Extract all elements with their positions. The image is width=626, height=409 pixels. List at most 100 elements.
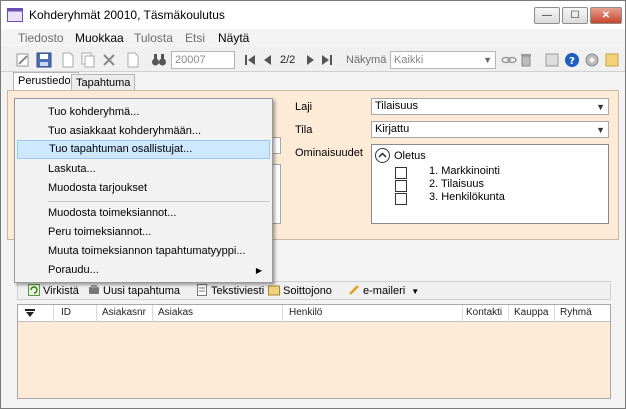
menu-item-tuo-asiakkaat[interactable]: Tuo asiakkaat kohderyhmään... xyxy=(17,122,270,141)
menu-item-tuo-osallistujat[interactable]: Tuo tapahtuman osallistujat... xyxy=(17,140,270,159)
menu-separator xyxy=(48,201,270,202)
laji-select[interactable]: Tilaisuus ▼ xyxy=(371,98,609,115)
collapse-up-icon[interactable] xyxy=(375,148,390,163)
page-icon[interactable] xyxy=(125,52,141,68)
view-label: Näkymä xyxy=(346,54,387,66)
tila-label: Tila xyxy=(295,124,313,136)
menu-bar: Tiedosto Muokkaa Tulosta Etsi Näytä xyxy=(1,29,625,47)
svg-text:?: ? xyxy=(569,56,575,67)
first-record-icon[interactable] xyxy=(242,52,258,68)
properties-header: Oletus xyxy=(394,150,426,162)
column-kontakti[interactable]: Kontakti xyxy=(466,307,502,318)
checkbox-label: 3. Henkilökunta xyxy=(429,191,505,203)
menu-etsi[interactable]: Etsi xyxy=(185,31,205,45)
close-button[interactable]: ✕ xyxy=(590,7,622,24)
call-queue-label: Soittojono xyxy=(283,285,332,297)
view-select-value: Kaikki xyxy=(394,54,424,66)
tila-select[interactable]: Kirjattu ▼ xyxy=(371,121,609,138)
checkbox-tilaisuus[interactable] xyxy=(395,180,407,192)
settings-icon[interactable] xyxy=(584,52,600,68)
new-event-button[interactable]: Uusi tapahtuma xyxy=(88,284,180,297)
edit-dropdown-menu: Tuo kohderyhmä... Tuo asiakkaat kohderyh… xyxy=(14,98,273,283)
help-icon[interactable]: ? xyxy=(564,52,580,68)
document-icon xyxy=(197,284,207,296)
checkbox-label: 2. Tilaisuus xyxy=(429,178,485,190)
tila-value: Kirjattu xyxy=(375,123,410,135)
minimize-button[interactable]: — xyxy=(534,7,560,24)
submenu-arrow-icon: ▶ xyxy=(255,266,262,275)
column-separator xyxy=(462,305,463,322)
title-bar: Kohderyhmät 20010, Täsmäkoulutus — ☐ ✕ xyxy=(1,1,625,29)
column-asiakasnr[interactable]: Asiakasnr xyxy=(102,307,146,318)
column-henkilo[interactable]: Henkilö xyxy=(289,307,322,318)
chevron-down-icon: ▼ xyxy=(596,102,605,112)
column-asiakas[interactable]: Asiakas xyxy=(158,307,193,318)
save-icon[interactable] xyxy=(36,52,52,68)
next-record-icon[interactable] xyxy=(302,52,318,68)
column-separator xyxy=(53,305,54,322)
tab-strip: Perustiedot Tapahtuma xyxy=(1,72,625,91)
last-record-icon[interactable] xyxy=(319,52,335,68)
refresh-button[interactable]: Virkistä xyxy=(28,284,79,297)
column-separator xyxy=(96,305,97,322)
menu-item-muodosta-tarjoukset[interactable]: Muodosta tarjoukset xyxy=(17,179,270,198)
menu-item-muodosta-toimeksiannot[interactable]: Muodosta toimeksiannot... xyxy=(17,204,270,223)
tab-tapahtuma[interactable]: Tapahtuma xyxy=(71,74,136,91)
checkbox-label: 1. Markkinointi xyxy=(429,165,500,177)
menu-item-poraudu[interactable]: Poraudu... ▶ xyxy=(17,261,270,280)
checkbox-henkilokunta[interactable] xyxy=(395,193,407,205)
laji-value: Tilaisuus xyxy=(375,100,418,112)
refresh-label: Virkistä xyxy=(43,285,79,297)
ominaisuudet-label: Ominaisuudet xyxy=(295,147,363,159)
dropdown-arrow-icon: ▼ xyxy=(411,287,420,296)
email-button[interactable]: e-maileri ▼ xyxy=(348,284,419,297)
menu-item-laskuta[interactable]: Laskuta... xyxy=(17,160,270,179)
previous-record-icon[interactable] xyxy=(260,52,276,68)
binoculars-icon[interactable] xyxy=(151,52,167,68)
grid-view-icon[interactable] xyxy=(544,52,560,68)
sms-button[interactable]: Tekstiviesti xyxy=(196,284,264,297)
checkbox-markkinointi[interactable] xyxy=(395,167,407,179)
new-document-icon[interactable] xyxy=(60,52,76,68)
column-separator xyxy=(282,305,283,322)
pencil-icon xyxy=(349,285,359,295)
events-grid: ID Asiakasnr Asiakas Henkilö Kontakti Ka… xyxy=(17,304,611,399)
trash-icon[interactable] xyxy=(518,52,534,68)
menu-item-peru-toimeksiannot[interactable]: Peru toimeksiannot... xyxy=(17,223,270,242)
call-queue-button[interactable]: Soittojono xyxy=(268,284,332,297)
sms-label: Tekstiviesti xyxy=(211,285,265,297)
filter-icon[interactable] xyxy=(25,309,35,318)
menu-muokkaa[interactable]: Muokkaa xyxy=(75,31,124,45)
application-window: Kohderyhmät 20010, Täsmäkoulutus — ☐ ✕ T… xyxy=(0,0,626,409)
laji-label: Laji xyxy=(295,101,313,113)
chevron-down-icon: ▼ xyxy=(483,55,492,65)
link-icon[interactable] xyxy=(501,52,517,68)
column-ryhma[interactable]: Ryhmä xyxy=(560,307,592,318)
column-separator xyxy=(152,305,153,322)
tab-perustiedot[interactable]: Perustiedot xyxy=(13,72,79,91)
menu-tiedosto[interactable]: Tiedosto xyxy=(18,31,64,45)
column-id[interactable]: ID xyxy=(61,307,71,318)
main-toolbar: 20007 2/2 Näkymä Kaikki ▼ ? xyxy=(1,47,625,72)
menu-tulosta[interactable]: Tulosta xyxy=(134,31,173,45)
copy-icon[interactable] xyxy=(80,52,96,68)
maximize-button[interactable]: ☐ xyxy=(562,7,588,24)
new-event-icon xyxy=(89,285,99,294)
grid-header: ID Asiakasnr Asiakas Henkilö Kontakti Ka… xyxy=(18,305,610,322)
chevron-down-icon: ▼ xyxy=(596,125,605,135)
menu-item-muuta-tapahtumatyyppi[interactable]: Muuta toimeksiannon tapahtumatyyppi... xyxy=(17,242,270,261)
properties-tree: Oletus 1. Markkinointi 2. Tilaisuus 3. H… xyxy=(371,144,609,224)
column-kauppa[interactable]: Kauppa xyxy=(514,307,548,318)
menu-nayta[interactable]: Näytä xyxy=(218,31,249,45)
call-queue-icon xyxy=(268,285,280,296)
delete-icon[interactable] xyxy=(101,52,117,68)
window-title: Kohderyhmät 20010, Täsmäkoulutus xyxy=(29,8,225,22)
menu-item-tuo-kohderyhma[interactable]: Tuo kohderyhmä... xyxy=(17,103,270,122)
record-id-field[interactable]: 20007 xyxy=(171,51,235,69)
column-separator xyxy=(508,305,509,322)
notes-icon[interactable] xyxy=(604,52,620,68)
edit-icon[interactable] xyxy=(15,52,31,68)
view-select[interactable]: Kaikki ▼ xyxy=(390,51,496,69)
app-window-icon xyxy=(7,8,23,22)
new-event-label: Uusi tapahtuma xyxy=(103,285,181,297)
